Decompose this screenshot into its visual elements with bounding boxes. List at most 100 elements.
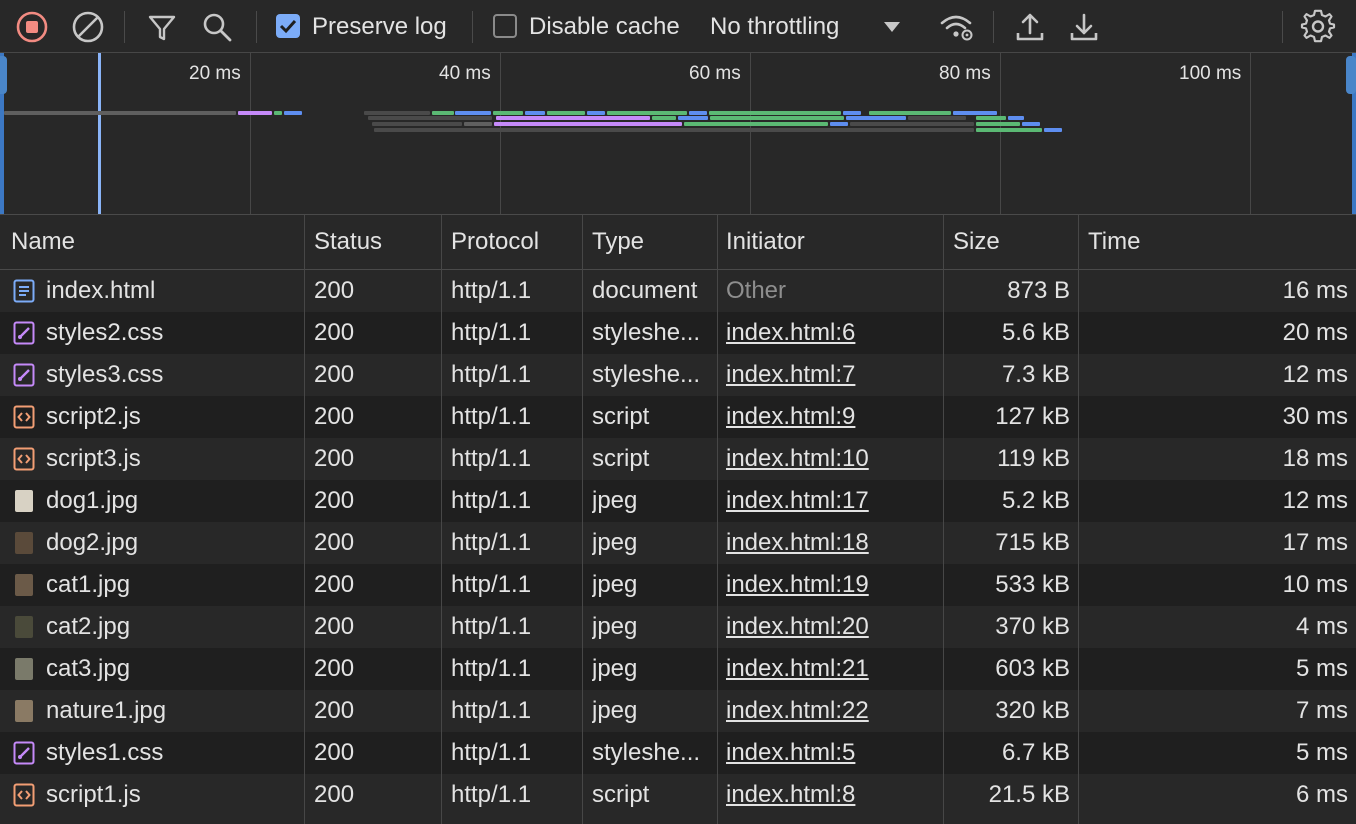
clear-icon[interactable] bbox=[70, 9, 106, 45]
chevron-down-icon[interactable] bbox=[880, 9, 904, 45]
table-row[interactable]: styles3.css 200 http/1.1 styleshe... index.h… bbox=[0, 354, 1356, 396]
initiator-link[interactable]: index.html:21 bbox=[726, 648, 938, 690]
name-cell[interactable]: nature1.jpg bbox=[46, 690, 300, 732]
protocol-cell: http/1.1 bbox=[451, 487, 532, 514]
table-row[interactable]: script1.js 200 http/1.1 script index.html:8 2… bbox=[0, 774, 1356, 816]
waterfall-bar bbox=[525, 111, 545, 115]
name-cell[interactable]: script1.js bbox=[46, 774, 300, 816]
column-header-name[interactable]: Name bbox=[11, 215, 75, 269]
waterfall-bar bbox=[493, 111, 523, 115]
name-cell[interactable]: styles1.css bbox=[46, 732, 300, 774]
waterfall-bar bbox=[496, 116, 650, 120]
settings-gear-icon[interactable] bbox=[1300, 9, 1336, 45]
filter-icon[interactable] bbox=[144, 9, 180, 45]
overview-right-handle[interactable] bbox=[1346, 56, 1356, 94]
name-cell[interactable]: dog1.jpg bbox=[46, 480, 300, 522]
name-cell[interactable]: cat1.jpg bbox=[46, 564, 300, 606]
import-har-icon[interactable] bbox=[1012, 9, 1048, 45]
waterfall-bar bbox=[1044, 128, 1062, 132]
tick-label: 20 ms bbox=[189, 63, 241, 84]
column-divider[interactable] bbox=[717, 215, 718, 824]
column-header-time[interactable]: Time bbox=[1088, 215, 1140, 269]
search-icon[interactable] bbox=[199, 9, 235, 45]
type-cell: jpeg bbox=[592, 613, 638, 640]
status-cell: 200 bbox=[314, 403, 355, 430]
table-row[interactable]: cat3.jpg 200 http/1.1 jpeg index.html:21 603 … bbox=[0, 648, 1356, 690]
type-cell: styleshe... bbox=[592, 739, 701, 766]
stylesheet-icon bbox=[13, 741, 35, 765]
record-stop-icon[interactable] bbox=[14, 9, 50, 45]
protocol-cell: http/1.1 bbox=[451, 445, 532, 472]
table-row[interactable]: script2.js 200 http/1.1 script index.html:9 1… bbox=[0, 396, 1356, 438]
tick-label: 80 ms bbox=[939, 63, 991, 84]
name-cell[interactable]: script2.js bbox=[46, 396, 300, 438]
protocol-cell: http/1.1 bbox=[451, 571, 532, 598]
column-divider[interactable] bbox=[943, 215, 944, 824]
overview-left-handle[interactable] bbox=[0, 56, 7, 94]
script-icon bbox=[13, 405, 35, 429]
table-row[interactable]: dog2.jpg 200 http/1.1 jpeg index.html:18 715 … bbox=[0, 522, 1356, 564]
disable-cache-checkbox[interactable] bbox=[493, 14, 517, 38]
waterfall-bar bbox=[4, 111, 236, 115]
table-header: Name Status Protocol Type Initiator Size… bbox=[0, 215, 1356, 270]
table-row[interactable]: cat2.jpg 200 http/1.1 jpeg index.html:20 370 … bbox=[0, 606, 1356, 648]
name-cell[interactable]: dog2.jpg bbox=[46, 522, 300, 564]
type-cell: jpeg bbox=[592, 655, 638, 682]
tick-label: 100 ms bbox=[1179, 63, 1242, 84]
column-header-status[interactable]: Status bbox=[314, 215, 382, 269]
table-row[interactable]: nature1.jpg 200 http/1.1 jpeg index.html:22 3… bbox=[0, 690, 1356, 732]
waterfall-bar bbox=[364, 111, 430, 115]
initiator-link[interactable]: index.html:6 bbox=[726, 312, 938, 354]
column-divider[interactable] bbox=[304, 215, 305, 824]
network-conditions-icon[interactable] bbox=[938, 9, 976, 45]
table-row[interactable]: dog1.jpg 200 http/1.1 jpeg index.html:17 5.2 … bbox=[0, 480, 1356, 522]
time-cell: 16 ms bbox=[1282, 277, 1348, 304]
name-cell[interactable]: styles2.css bbox=[46, 312, 300, 354]
waterfall-bar bbox=[976, 122, 1020, 126]
status-cell: 200 bbox=[314, 487, 355, 514]
stylesheet-icon bbox=[13, 321, 35, 345]
table-row[interactable]: index.html 200 http/1.1 document Other 873 B 1… bbox=[0, 270, 1356, 312]
initiator-link[interactable]: index.html:7 bbox=[726, 354, 938, 396]
initiator-link[interactable]: index.html:18 bbox=[726, 522, 938, 564]
protocol-cell: http/1.1 bbox=[451, 403, 532, 430]
protocol-cell: http/1.1 bbox=[451, 529, 532, 556]
initiator-link[interactable]: index.html:17 bbox=[726, 480, 938, 522]
size-cell: 21.5 kB bbox=[988, 781, 1070, 808]
initiator-link[interactable]: index.html:20 bbox=[726, 606, 938, 648]
name-cell[interactable]: index.html bbox=[46, 270, 300, 312]
throttling-select[interactable]: No throttling bbox=[710, 12, 839, 42]
initiator-link[interactable]: index.html:9 bbox=[726, 396, 938, 438]
column-header-type[interactable]: Type bbox=[592, 215, 644, 269]
script-icon bbox=[13, 783, 35, 807]
column-header-size[interactable]: Size bbox=[953, 215, 1000, 269]
name-cell[interactable]: styles3.css bbox=[46, 354, 300, 396]
table-row[interactable]: styles2.css 200 http/1.1 styleshe... index.h… bbox=[0, 312, 1356, 354]
preserve-log-checkbox[interactable] bbox=[276, 14, 300, 38]
waterfall-bar bbox=[652, 116, 676, 120]
disable-cache-label[interactable]: Disable cache bbox=[529, 12, 680, 42]
status-cell: 200 bbox=[314, 655, 355, 682]
initiator-link[interactable]: index.html:5 bbox=[726, 732, 938, 774]
size-cell: 320 kB bbox=[995, 697, 1070, 724]
initiator-link[interactable]: index.html:19 bbox=[726, 564, 938, 606]
table-row[interactable]: styles1.css 200 http/1.1 styleshe... index.h… bbox=[0, 732, 1356, 774]
name-cell[interactable]: cat3.jpg bbox=[46, 648, 300, 690]
status-cell: 200 bbox=[314, 781, 355, 808]
name-cell[interactable]: cat2.jpg bbox=[46, 606, 300, 648]
column-header-initiator[interactable]: Initiator bbox=[726, 215, 805, 269]
export-har-icon[interactable] bbox=[1066, 9, 1102, 45]
initiator-link[interactable]: index.html:22 bbox=[726, 690, 938, 732]
column-divider[interactable] bbox=[441, 215, 442, 824]
column-divider[interactable] bbox=[1078, 215, 1079, 824]
waterfall-bar bbox=[678, 116, 708, 120]
initiator-link[interactable]: index.html:10 bbox=[726, 438, 938, 480]
initiator-link[interactable]: index.html:8 bbox=[726, 774, 938, 816]
timeline-overview[interactable]: 20 ms 40 ms 60 ms 80 ms 100 ms bbox=[0, 53, 1356, 215]
column-divider[interactable] bbox=[582, 215, 583, 824]
column-header-protocol[interactable]: Protocol bbox=[451, 215, 539, 269]
name-cell[interactable]: script3.js bbox=[46, 438, 300, 480]
table-row[interactable]: cat1.jpg 200 http/1.1 jpeg index.html:19 533 … bbox=[0, 564, 1356, 606]
preserve-log-label[interactable]: Preserve log bbox=[312, 12, 447, 42]
table-row[interactable]: script3.js 200 http/1.1 script index.html:10… bbox=[0, 438, 1356, 480]
